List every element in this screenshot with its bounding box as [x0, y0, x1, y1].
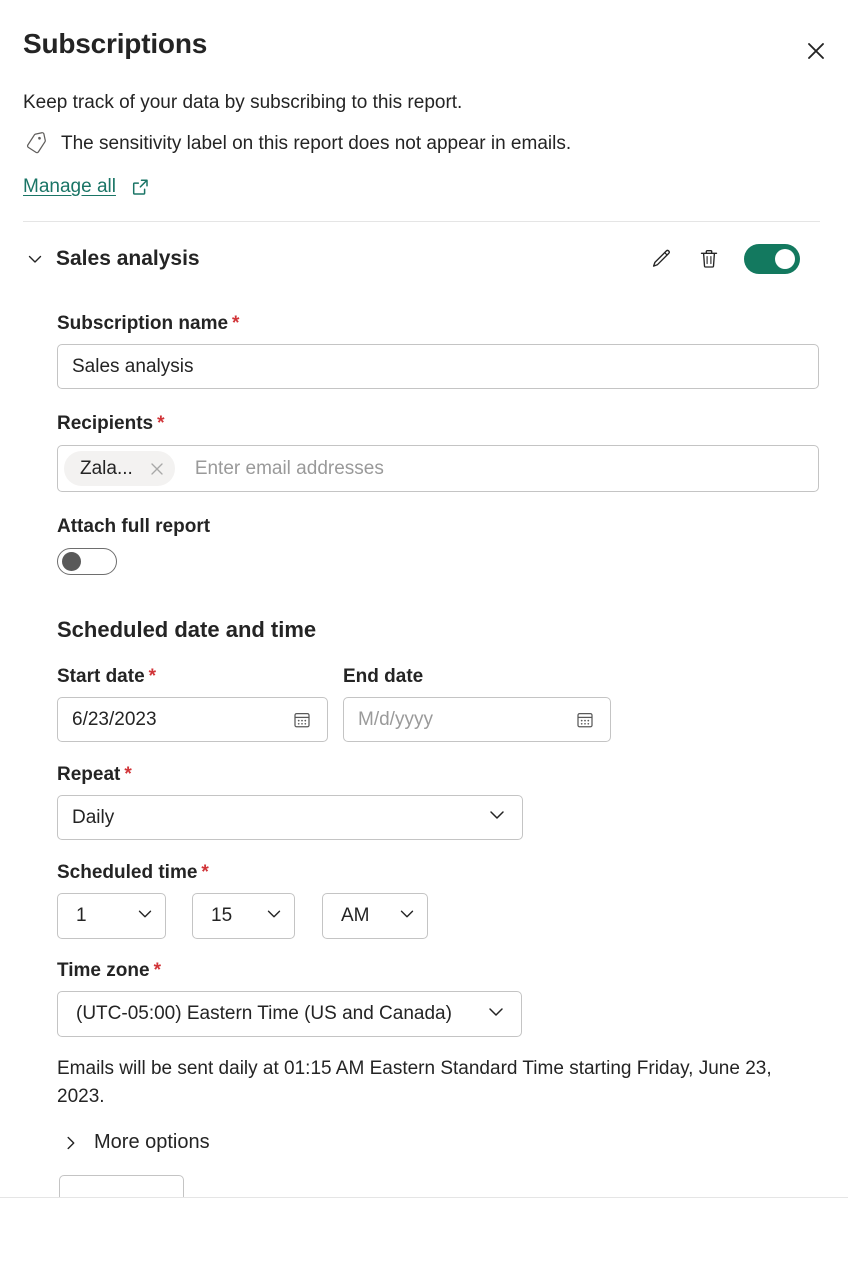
required-asterisk: * [124, 764, 131, 785]
chevron-down-icon [135, 904, 155, 929]
subscription-name-label: Subscription name* [57, 313, 239, 335]
time-zone-label: Time zone* [57, 960, 161, 982]
calendar-icon[interactable] [572, 707, 598, 733]
time-zone-value: (UTC-05:00) Eastern Time (US and Canada) [76, 1003, 452, 1025]
open-external-icon [130, 177, 150, 197]
required-asterisk: * [232, 313, 239, 334]
schedule-section-title: Scheduled date and time [57, 617, 316, 643]
attach-full-report-toggle[interactable] [57, 548, 117, 575]
recipients-input[interactable]: Zala... Enter email addresses [57, 445, 819, 492]
subscription-name-heading: Sales analysis [56, 247, 200, 271]
recipients-placeholder: Enter email addresses [195, 458, 384, 480]
subscription-actions [648, 240, 800, 278]
attach-full-report-label: Attach full report [57, 516, 210, 538]
edit-pencil-icon[interactable] [648, 246, 674, 272]
start-date-value: 6/23/2023 [72, 709, 289, 731]
more-options-label: More options [94, 1131, 210, 1154]
repeat-select[interactable]: Daily [57, 795, 523, 840]
end-date-placeholder: M/d/yyyy [358, 709, 572, 731]
meridiem-select[interactable]: AM [322, 893, 428, 939]
page-title: Subscriptions [23, 28, 207, 60]
start-date-label-text: Start date [57, 666, 145, 687]
recipients-label: Recipients* [57, 413, 165, 435]
meridiem-value: AM [341, 905, 370, 927]
repeat-label: Repeat* [57, 764, 132, 786]
calendar-icon[interactable] [289, 707, 315, 733]
manage-all-label: Manage all [23, 176, 120, 198]
chevron-right-icon [62, 1134, 80, 1152]
repeat-value: Daily [72, 807, 114, 829]
start-date-input[interactable]: 6/23/2023 [57, 697, 328, 742]
chevron-down-icon[interactable] [23, 247, 47, 271]
close-icon[interactable] [145, 457, 169, 481]
required-asterisk: * [201, 862, 208, 883]
header-divider [23, 221, 820, 222]
recipients-label-text: Recipients [57, 413, 153, 434]
subscription-enabled-toggle[interactable] [744, 244, 800, 274]
start-date-label: Start date* [57, 666, 156, 688]
hour-value: 1 [76, 905, 87, 927]
required-asterisk: * [154, 960, 161, 981]
close-icon[interactable] [798, 33, 834, 69]
required-asterisk: * [157, 413, 164, 434]
end-date-input[interactable]: M/d/yyyy [343, 697, 611, 742]
end-date-label: End date [343, 666, 427, 688]
end-date-label-text: End date [343, 666, 423, 687]
chevron-down-icon [485, 1001, 507, 1028]
panel-subtitle: Keep track of your data by subscribing t… [23, 90, 462, 116]
sensitivity-notice-text: The sensitivity label on this report doe… [61, 131, 571, 157]
footer-bar: Save New subscription [0, 1198, 848, 1282]
manage-all-link[interactable]: Manage all [23, 176, 150, 198]
tag-icon [23, 131, 49, 157]
subscription-name-value: Sales analysis [72, 356, 193, 378]
schedule-summary-text: Emails will be sent daily at 01:15 AM Ea… [57, 1055, 802, 1111]
time-zone-label-text: Time zone [57, 960, 150, 981]
recipient-chip[interactable]: Zala... [64, 451, 175, 486]
time-zone-select[interactable]: (UTC-05:00) Eastern Time (US and Canada) [57, 991, 522, 1037]
required-asterisk: * [149, 666, 156, 687]
recipient-chip-label: Zala... [80, 458, 133, 480]
sensitivity-notice: The sensitivity label on this report doe… [23, 131, 571, 157]
scheduled-time-label: Scheduled time* [57, 862, 209, 884]
minute-value: 15 [211, 905, 232, 927]
chevron-down-icon [486, 804, 508, 831]
minute-select[interactable]: 15 [192, 893, 295, 939]
delete-trash-icon[interactable] [696, 246, 722, 272]
chevron-down-icon [397, 904, 417, 929]
attach-full-report-label-text: Attach full report [57, 516, 210, 537]
chevron-down-icon [264, 904, 284, 929]
hour-select[interactable]: 1 [57, 893, 166, 939]
more-options-toggle[interactable]: More options [62, 1131, 210, 1154]
subscription-name-label-text: Subscription name [57, 313, 228, 334]
subscription-name-input[interactable]: Sales analysis [57, 344, 819, 389]
scheduled-time-label-text: Scheduled time [57, 862, 197, 883]
repeat-label-text: Repeat [57, 764, 120, 785]
subscription-header: Sales analysis [23, 240, 820, 278]
subscriptions-panel: Subscriptions Keep track of your data by… [0, 0, 848, 1282]
